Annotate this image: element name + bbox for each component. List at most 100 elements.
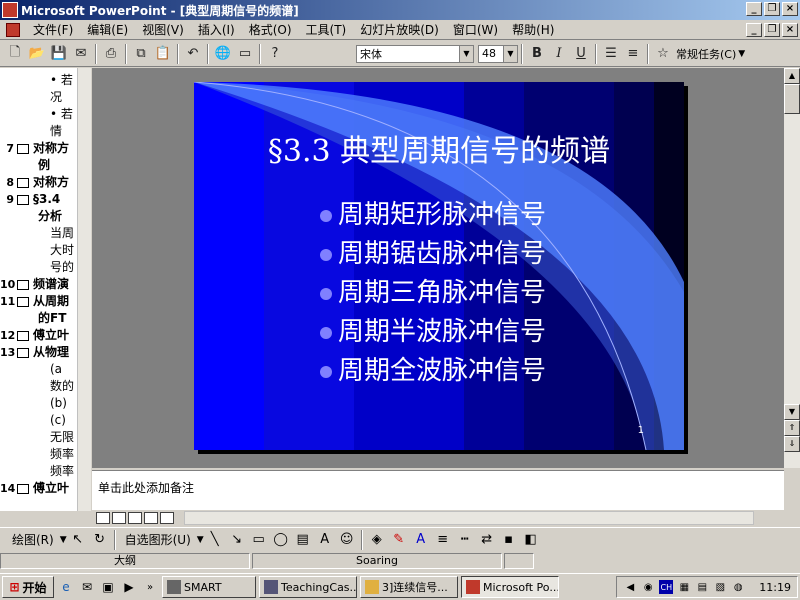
chevron-down-icon[interactable]: ▼ — [197, 535, 204, 545]
menu-insert[interactable]: 插入(I) — [191, 21, 242, 38]
scroll-down-icon[interactable]: ▼ — [784, 404, 800, 420]
menu-file[interactable]: 文件(F) — [26, 21, 80, 38]
zoom-icon[interactable]: ▭ — [234, 43, 256, 65]
outline-scrollbar[interactable] — [77, 68, 91, 511]
clipart-icon[interactable]: ☺ — [338, 531, 356, 549]
slide-icon[interactable] — [17, 483, 29, 494]
volume-icon[interactable]: ◀ — [623, 580, 637, 594]
arrow-style-icon[interactable]: ⇄ — [478, 531, 496, 549]
menu-slideshow[interactable]: 幻灯片放映(D) — [353, 21, 446, 38]
outline-row[interactable]: 当周 — [0, 225, 74, 242]
more-icon[interactable]: » — [141, 578, 159, 596]
close-button[interactable]: × — [782, 2, 798, 16]
bold-button[interactable]: B — [526, 43, 548, 65]
minimize-button[interactable]: _ — [746, 2, 762, 16]
outline-row[interactable]: 频率 — [0, 446, 74, 463]
slide-icon[interactable] — [17, 177, 29, 188]
tray-app-icon[interactable]: ▤ — [695, 580, 709, 594]
outline-row[interactable]: 大时 — [0, 242, 74, 259]
paste-icon[interactable]: 📋 — [152, 43, 174, 65]
open-icon[interactable]: 📂 — [26, 43, 48, 65]
outline-row[interactable]: (b) — [0, 395, 67, 412]
doc-restore-button[interactable]: ❐ — [764, 23, 780, 37]
slide[interactable]: §3.3 典型周期信号的频谱 周期矩形脉冲信号 周期锯齿脉冲信号 周期三角脉冲信号周… — [194, 82, 684, 450]
3d-icon[interactable]: ◧ — [522, 531, 540, 549]
outline-row[interactable]: 号的 — [0, 259, 74, 276]
new-icon[interactable]: 🗋 — [4, 43, 26, 65]
chevron-down-icon[interactable]: ▼ — [736, 49, 745, 59]
hyperlink-icon[interactable]: 🌐 — [212, 43, 234, 65]
outline-row[interactable]: 例 — [0, 157, 50, 174]
notes-pane[interactable]: 单击此处添加备注 — [92, 470, 784, 510]
normal-view-icon[interactable] — [96, 512, 110, 524]
previous-slide-icon[interactable]: ⇑ — [784, 420, 800, 436]
save-icon[interactable]: 💾 — [48, 43, 70, 65]
outline-row[interactable]: 10 频谱演 — [0, 276, 69, 293]
outline-row[interactable]: • 若 — [0, 72, 73, 89]
font-color-icon[interactable]: A — [412, 531, 430, 549]
task-folder[interactable]: 3]连续信号... — [360, 576, 458, 598]
chevron-down-icon[interactable]: ▼ — [503, 45, 517, 62]
tray-app-icon[interactable]: ▧ — [713, 580, 727, 594]
outline-row[interactable]: (a — [0, 361, 62, 378]
textbox-icon[interactable]: ▤ — [294, 531, 312, 549]
language-icon[interactable]: CH — [659, 580, 674, 594]
slide-bullet[interactable]: 周期锯齿脉冲信号 — [320, 233, 546, 270]
tray-app-icon[interactable]: ◍ — [731, 580, 745, 594]
rotate-icon[interactable]: ↻ — [91, 531, 109, 549]
help-icon[interactable]: ? — [264, 43, 286, 65]
slide-sorter-icon[interactable] — [144, 512, 158, 524]
outline-row[interactable]: 频率 — [0, 463, 74, 480]
slide-icon[interactable] — [17, 330, 29, 341]
outline-row[interactable]: 9 §3.4 — [0, 191, 60, 208]
tasks-star-icon[interactable]: ☆ — [652, 43, 674, 65]
slide-icon[interactable] — [17, 296, 29, 307]
slide-icon[interactable] — [17, 279, 29, 290]
font-name-select[interactable]: 宋体 ▼ — [356, 44, 474, 63]
slide-bullet[interactable]: 周期半波脉冲信号 — [320, 311, 546, 348]
italic-button[interactable]: I — [548, 43, 570, 65]
media-player-icon[interactable]: ▶ — [120, 578, 138, 596]
outline-row[interactable]: 数的 — [0, 378, 74, 395]
network-icon[interactable]: ◉ — [641, 580, 655, 594]
slide-bullet[interactable]: 周期矩形脉冲信号 — [320, 194, 546, 231]
task-teaching[interactable]: TeachingCas... — [259, 576, 357, 598]
chevron-down-icon[interactable]: ▼ — [60, 535, 67, 545]
slide-icon[interactable] — [17, 347, 29, 358]
ie-icon[interactable]: e — [57, 578, 75, 596]
slide-scrollbar[interactable]: ▲ ▼ ⇑ ⇓ — [784, 68, 800, 468]
task-smart[interactable]: SMART — [162, 576, 256, 598]
scroll-thumb[interactable] — [784, 84, 800, 114]
underline-button[interactable]: U — [570, 43, 592, 65]
outlook-icon[interactable]: ✉ — [78, 578, 96, 596]
menu-edit[interactable]: 编辑(E) — [80, 21, 135, 38]
slide-bullet[interactable]: 周期全波脉冲信号 — [320, 350, 546, 387]
autoshapes-button[interactable]: 自选图形(U) — [119, 531, 197, 548]
draw-menu-button[interactable]: 绘图(R) — [6, 531, 60, 548]
doc-close-button[interactable]: × — [782, 23, 798, 37]
outline-row[interactable]: 14 傅立叶 — [0, 480, 69, 497]
outline-row[interactable]: (c) — [0, 412, 66, 429]
menu-format[interactable]: 格式(O) — [242, 21, 299, 38]
outline-row[interactable]: 12 傅立叶 — [0, 327, 69, 344]
wordart-icon[interactable]: A — [316, 531, 334, 549]
outline-row[interactable]: 13 从物理 — [0, 344, 69, 361]
outline-row[interactable]: 11 从周期 — [0, 293, 69, 310]
oval-icon[interactable]: ◯ — [272, 531, 290, 549]
outline-view-icon[interactable] — [112, 512, 126, 524]
print-icon[interactable]: ⎙ — [100, 43, 122, 65]
next-slide-icon[interactable]: ⇓ — [784, 436, 800, 452]
slide-title[interactable]: §3.3 典型周期信号的频谱 — [194, 126, 684, 170]
slide-view-icon[interactable] — [128, 512, 142, 524]
menu-tools[interactable]: 工具(T) — [299, 21, 354, 38]
outline-row[interactable]: 8 对称方 — [0, 174, 69, 191]
common-tasks-button[interactable]: 常规任务(C) — [674, 46, 736, 62]
shadow-icon[interactable]: ▪ — [500, 531, 518, 549]
outline-row[interactable]: 7 对称方 — [0, 140, 69, 157]
arrow-icon[interactable]: ↘ — [228, 531, 246, 549]
line-color-icon[interactable]: ✎ — [390, 531, 408, 549]
start-button[interactable]: ⊞ 开始 — [2, 576, 54, 598]
align-center-icon[interactable]: ≡ — [622, 43, 644, 65]
fill-color-icon[interactable]: ◈ — [368, 531, 386, 549]
dash-style-icon[interactable]: ┅ — [456, 531, 474, 549]
